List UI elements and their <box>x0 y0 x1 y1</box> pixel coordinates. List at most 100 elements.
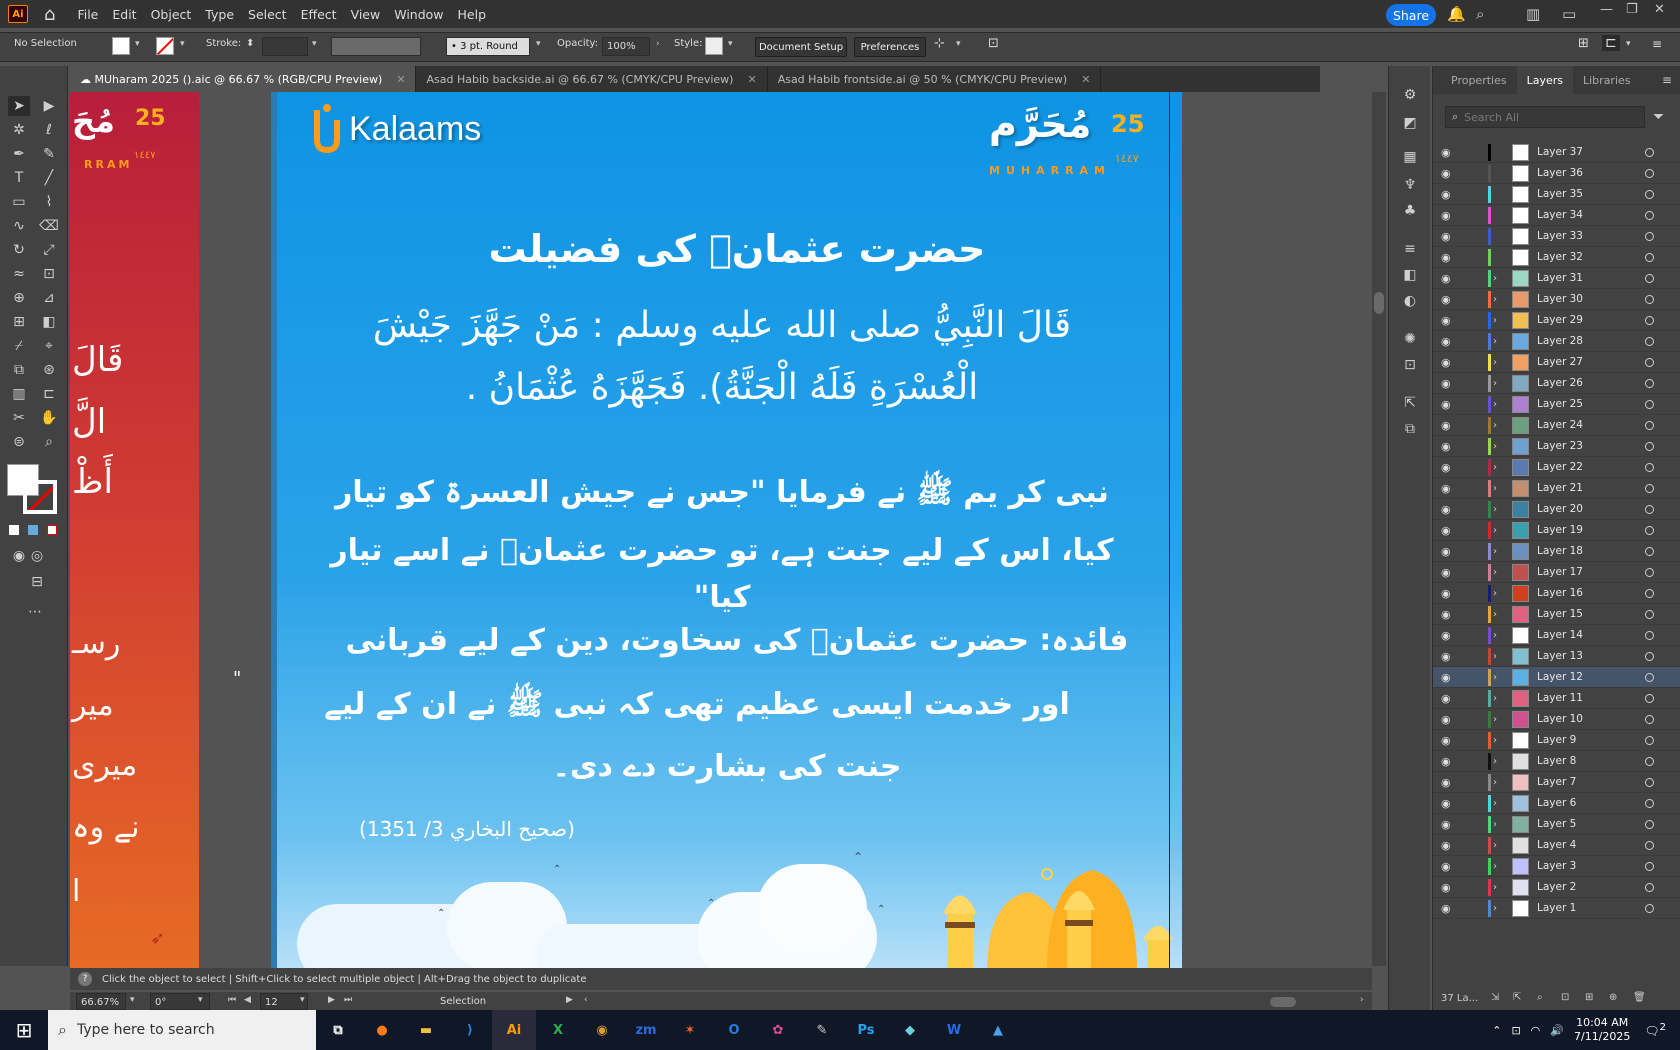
layer-name[interactable]: Layer 4 <box>1537 839 1576 851</box>
first-artboard-icon[interactable]: ⏮ <box>228 995 236 1005</box>
color-mode-icon[interactable] <box>9 525 19 535</box>
target-icon[interactable] <box>1645 588 1654 598</box>
eye-icon[interactable]: ◉ <box>1441 524 1451 537</box>
target-icon[interactable] <box>1645 861 1654 871</box>
align-icon[interactable]: ⊹ <box>934 36 945 51</box>
vertical-scrollbar[interactable] <box>1372 92 1386 966</box>
chevron-right-icon[interactable]: › <box>1493 588 1497 599</box>
gradient-tool-icon[interactable]: ◧ <box>38 312 60 332</box>
target-icon[interactable] <box>1645 882 1654 892</box>
scale-tool-icon[interactable]: ⤢ <box>38 240 60 260</box>
layer-row[interactable]: ◉ › Layer 10 <box>1433 709 1680 730</box>
task-view-icon[interactable]: ⧉ <box>316 1010 360 1050</box>
next-artboard-icon[interactable]: ▶ <box>328 995 335 1005</box>
layer-row[interactable]: ◉ › Layer 11 <box>1433 688 1680 709</box>
layer-name[interactable]: Layer 22 <box>1537 461 1583 473</box>
chevron-right-icon[interactable]: › <box>1493 798 1497 809</box>
clock[interactable]: 10:04 AM 7/11/2025 <box>1574 1016 1630 1045</box>
curvature-tool-icon[interactable]: ✎ <box>38 144 60 164</box>
new-sublayer-icon[interactable]: ⊞ <box>1585 992 1593 1003</box>
workspace-icon[interactable]: ⊏ <box>1602 35 1620 51</box>
layer-name[interactable]: Layer 15 <box>1537 608 1583 620</box>
search-icon[interactable]: ⌕ <box>1476 5 1484 23</box>
target-icon[interactable] <box>1645 483 1654 493</box>
filter-icon[interactable]: ⏷ <box>1653 109 1664 125</box>
chevron-right-icon[interactable]: › <box>1493 777 1497 788</box>
zoom-tool-icon[interactable]: ⌕ <box>38 432 60 452</box>
photos-icon[interactable]: ✿ <box>756 1010 800 1050</box>
eye-icon[interactable]: ◉ <box>1441 629 1451 642</box>
layer-name[interactable]: Layer 17 <box>1537 566 1583 578</box>
free-transform-icon[interactable]: ⊡ <box>38 264 60 284</box>
bell-icon[interactable]: 🔔 <box>1447 5 1466 23</box>
stroke-icon[interactable]: ≡ <box>1401 240 1419 258</box>
layer-name[interactable]: Layer 29 <box>1537 314 1583 326</box>
eye-icon[interactable]: ◉ <box>1441 902 1451 915</box>
last-artboard-icon[interactable]: ⏭ <box>344 995 352 1005</box>
eye-icon[interactable]: ◉ <box>1441 587 1451 600</box>
variable-width-field[interactable] <box>331 37 421 56</box>
chevron-right-icon[interactable]: › <box>1493 882 1497 893</box>
eye-icon[interactable]: ◉ <box>1441 188 1451 201</box>
layer-row[interactable]: ◉ › Layer 5 <box>1433 814 1680 835</box>
layer-row[interactable]: ◉ › Layer 1 <box>1433 898 1680 919</box>
image-viewer-icon[interactable]: ▲ <box>976 1010 1020 1050</box>
prev-artboard-icon[interactable]: ◀ <box>244 995 251 1005</box>
target-icon[interactable] <box>1645 462 1654 472</box>
shape-builder-icon[interactable]: ⊕ <box>8 288 30 308</box>
menu-view[interactable]: View <box>351 7 381 22</box>
layer-name[interactable]: Layer 8 <box>1537 755 1576 767</box>
layer-row[interactable]: ◉ Layer 35 <box>1433 184 1680 205</box>
eye-icon[interactable]: ◉ <box>1441 482 1451 495</box>
chevron-down-icon[interactable]: ▾ <box>130 995 135 1005</box>
eye-icon[interactable]: ◉ <box>1441 734 1451 747</box>
layer-row[interactable]: ◉ › Layer 7 <box>1433 772 1680 793</box>
layer-name[interactable]: Layer 1 <box>1537 902 1576 914</box>
vscode-icon[interactable]: ⟩ <box>448 1010 492 1050</box>
arrange-docs-icon[interactable]: ⊞ <box>1578 36 1589 51</box>
chevron-right-icon[interactable]: › <box>1493 693 1497 704</box>
menu-type[interactable]: Type <box>205 7 234 22</box>
eye-icon[interactable]: ◉ <box>1441 230 1451 243</box>
preferences-button[interactable]: Preferences <box>854 37 926 57</box>
chevron-right-icon[interactable]: › <box>1493 273 1497 284</box>
chevron-right-icon[interactable]: › <box>1493 504 1497 515</box>
chevron-right-icon[interactable]: › <box>1493 483 1497 494</box>
brush-field[interactable]: • 3 pt. Round <box>446 37 530 56</box>
chevron-right-icon[interactable]: › <box>656 39 660 49</box>
artboard-tool-icon[interactable]: ⊏ <box>38 384 60 404</box>
layer-row[interactable]: ◉ › Layer 4 <box>1433 835 1680 856</box>
layer-row[interactable]: ◉ › Layer 9 <box>1433 730 1680 751</box>
eye-icon[interactable]: ◉ <box>1441 713 1451 726</box>
target-icon[interactable] <box>1645 252 1654 262</box>
layer-row[interactable]: ◉ › Layer 17 <box>1433 562 1680 583</box>
paintbrush-icon[interactable]: ⌇ <box>38 192 60 212</box>
chrome-icon[interactable]: ◉ <box>580 1010 624 1050</box>
close-tab-icon[interactable]: ✕ <box>1081 73 1090 86</box>
windows-start-icon[interactable]: ⊞ <box>0 1010 48 1050</box>
eye-icon[interactable]: ◉ <box>1441 818 1451 831</box>
eye-icon[interactable]: ◉ <box>1441 776 1451 789</box>
eye-icon[interactable]: ◉ <box>1441 860 1451 873</box>
stepper-icon[interactable]: ⬍ <box>246 38 254 49</box>
target-icon[interactable] <box>1645 567 1654 577</box>
layer-row[interactable]: ◉ › Layer 8 <box>1433 751 1680 772</box>
gradient-panel-icon[interactable]: ◧ <box>1401 266 1419 284</box>
layer-row[interactable]: ◉ Layer 34 <box>1433 205 1680 226</box>
layer-name[interactable]: Layer 21 <box>1537 482 1583 494</box>
target-icon[interactable] <box>1645 714 1654 724</box>
target-icon[interactable] <box>1645 735 1654 745</box>
scroll-right-icon[interactable]: › <box>1360 995 1364 1005</box>
opacity-field[interactable]: 100% <box>602 37 650 56</box>
locate-object-icon[interactable]: ⌕ <box>1537 992 1543 1003</box>
chevron-down-icon[interactable]: ▾ <box>198 995 203 1005</box>
target-icon[interactable] <box>1645 273 1654 283</box>
layer-row[interactable]: ◉ Layer 32 <box>1433 247 1680 268</box>
target-icon[interactable] <box>1645 399 1654 409</box>
eye-icon[interactable]: ◉ <box>1441 608 1451 621</box>
zoom-field[interactable]: 66.67% <box>76 993 126 1010</box>
layer-name[interactable]: Layer 23 <box>1537 440 1583 452</box>
measure-icon[interactable]: ⌖ <box>38 336 60 356</box>
zoom-icon[interactable]: zm <box>624 1010 668 1050</box>
selection-tool-icon[interactable]: ➤ <box>8 96 30 116</box>
